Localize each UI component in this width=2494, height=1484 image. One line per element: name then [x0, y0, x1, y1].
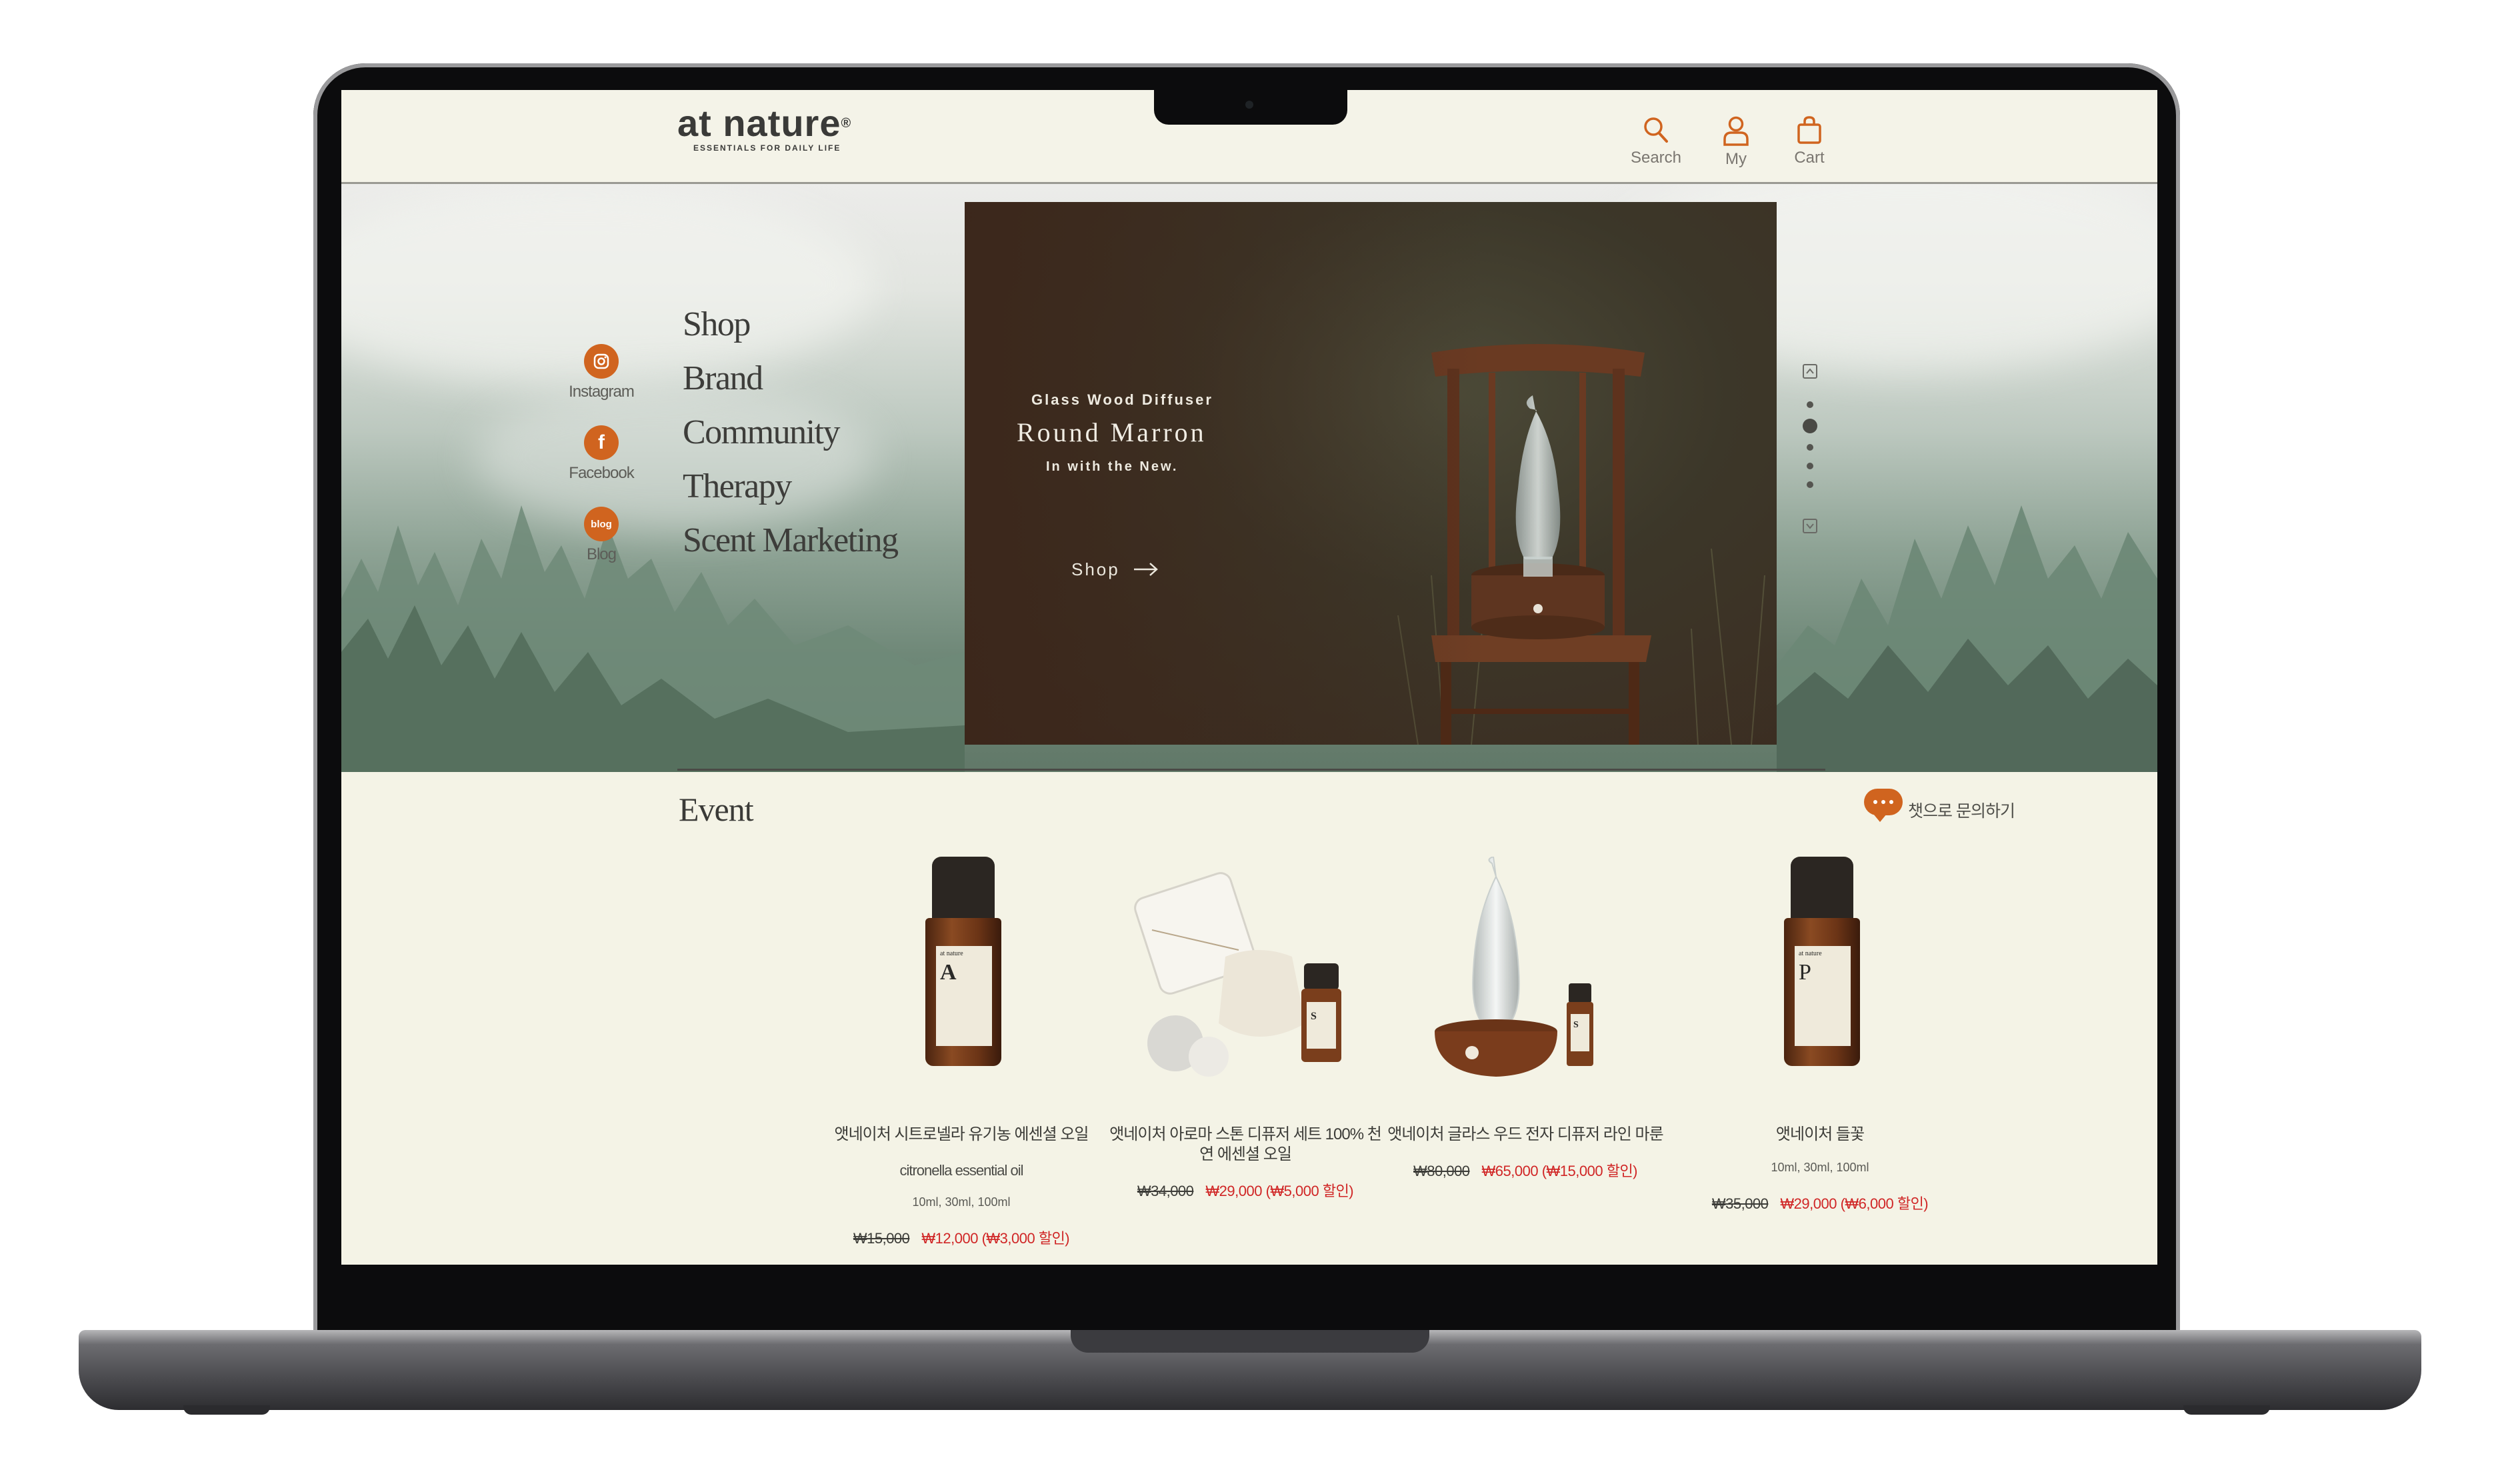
laptop-base-groove	[1071, 1330, 1429, 1353]
pager-up-button[interactable]	[1803, 364, 1817, 379]
original-price: ₩15,000	[853, 1230, 910, 1247]
product-card[interactable]: S 앳네이처 글라스 우드 전자 디퓨저 라인 마룬 ₩80,000 ₩65,00…	[1385, 855, 1665, 1181]
camera-notch	[1154, 90, 1347, 125]
product-image: at nature A	[821, 857, 1101, 1097]
bottle-label-letter: P	[1799, 960, 1811, 985]
my-label: My	[1725, 150, 1747, 168]
product-name[interactable]: 앳네이처 들꽃	[1680, 1125, 1960, 1145]
logo-text: at nature	[677, 102, 841, 144]
banner-title: Round Marron	[1017, 417, 1207, 447]
product-price: ₩80,000 ₩65,000 (₩15,000 할인)	[1385, 1159, 1665, 1181]
logo[interactable]: at nature® ESSENTIALS FOR DAILY LIFE	[677, 103, 851, 153]
pager-dot[interactable]	[1807, 444, 1813, 451]
instagram-link[interactable]: Instagram	[561, 344, 641, 401]
banner-subtitle: Glass Wood Diffuser	[1031, 391, 1213, 408]
product-card[interactable]: S 앳네이처 아로마 스톤 디퓨저 세트 100% 천연 에센셜 오일 ₩34,…	[1105, 857, 1385, 1201]
product-name[interactable]: 앳네이처 글라스 우드 전자 디퓨저 라인 마룬	[1385, 1125, 1665, 1145]
camera-icon	[1245, 101, 1253, 109]
blog-label: Blog	[586, 545, 617, 563]
hero-banner[interactable]: Glass Wood Diffuser Round Marron In with…	[965, 202, 1777, 745]
menu-item-scent-marketing[interactable]: Scent Marketing	[683, 513, 899, 567]
sale-price: ₩29,000 (₩5,000 할인)	[1205, 1183, 1354, 1199]
event-title: Event	[679, 791, 754, 828]
product-card[interactable]: at nature A 앳네이처 시트로넬라 유기농 에센셜 오일 citron…	[821, 857, 1101, 1248]
sale-price: ₩12,000 (₩3,000 할인)	[921, 1230, 1070, 1247]
menu-item-brand[interactable]: Brand	[683, 351, 898, 405]
laptop-foot	[183, 1405, 270, 1415]
search-icon	[1644, 117, 1668, 143]
menu-item-therapy[interactable]: Therapy	[683, 459, 898, 513]
original-price: ₩34,000	[1137, 1183, 1194, 1199]
aroma-stone-set-image: S	[1134, 872, 1341, 1077]
chat-inquiry-button[interactable]: 챗으로 문의하기	[1864, 782, 2015, 822]
product-description: citronella essential oil	[899, 1162, 1023, 1179]
sale-price: ₩29,000 (₩6,000 할인)	[1780, 1195, 1929, 1212]
hero-divider	[677, 769, 1825, 771]
product-image: S	[1385, 855, 1665, 1097]
user-icon	[1723, 116, 1749, 146]
facebook-label: Facebook	[569, 464, 634, 482]
logo-mark: ®	[841, 116, 852, 131]
laptop-foot	[2183, 1405, 2270, 1415]
product-price: ₩35,000 ₩29,000 (₩6,000 할인)	[1680, 1192, 1960, 1213]
chat-bubble-icon	[1864, 789, 1903, 822]
bottle-label-letter: S	[1311, 1011, 1317, 1022]
menu-item-community[interactable]: Community	[683, 405, 898, 459]
my-account-button[interactable]: My	[1696, 115, 1776, 169]
product-name[interactable]: 앳네이처 시트로넬라 유기농 에센셜 오일	[821, 1125, 1101, 1145]
product-image: S	[1105, 857, 1385, 1097]
product-card[interactable]: at nature P 앳네이처 들꽃 10ml, 30ml, 100ml ₩3…	[1680, 857, 1960, 1213]
banner-tagline: In with the New.	[1046, 459, 1179, 474]
original-price: ₩80,000	[1413, 1163, 1470, 1179]
product-price: ₩34,000 ₩29,000 (₩5,000 할인)	[1105, 1179, 1385, 1201]
sale-price: ₩65,000 (₩15,000 할인)	[1481, 1163, 1638, 1179]
cart-button[interactable]: Cart	[1769, 115, 1849, 167]
facebook-icon: f	[584, 425, 619, 460]
pager-dot[interactable]	[1807, 481, 1813, 488]
product-name[interactable]: 앳네이처 아로마 스톤 디퓨저 세트 100% 천연 에센셜 오일	[1105, 1125, 1385, 1165]
browser-screen: at nature® ESSENTIALS FOR DAILY LIFE Sea…	[341, 90, 2157, 1265]
search-button[interactable]: Search	[1616, 115, 1696, 167]
bottle-label-letter: A	[940, 960, 957, 985]
banner-shop-link[interactable]: Shop	[1071, 559, 1120, 580]
instagram-icon	[584, 344, 619, 379]
bottle-label-letter: S	[1573, 1020, 1579, 1030]
logo-tagline: ESSENTIALS FOR DAILY LIFE	[693, 143, 841, 153]
blog-icon: blog	[584, 507, 619, 541]
pager-dot-active[interactable]	[1803, 419, 1817, 433]
instagram-label: Instagram	[569, 383, 635, 401]
cart-label: Cart	[1794, 149, 1825, 167]
original-price: ₩35,000	[1711, 1195, 1769, 1212]
chevron-down-icon	[1806, 523, 1814, 529]
pager-dot[interactable]	[1807, 463, 1813, 469]
pager-down-button[interactable]	[1803, 519, 1817, 533]
menu-item-shop[interactable]: Shop	[683, 297, 898, 351]
pager-dot[interactable]	[1807, 401, 1813, 408]
banner-pager	[1797, 364, 1825, 551]
search-label: Search	[1630, 149, 1682, 167]
shopping-bag-icon	[1797, 116, 1821, 144]
product-image: at nature P	[1680, 857, 1960, 1097]
chat-label: 챗으로 문의하기	[1908, 802, 2015, 821]
blog-link[interactable]: blog Blog	[561, 507, 641, 564]
glass-wood-diffuser-image: S	[1435, 855, 1593, 1077]
chevron-up-icon	[1806, 368, 1814, 374]
arrow-right-icon[interactable]	[1133, 561, 1159, 578]
product-volume: 10ml, 30ml, 100ml	[912, 1195, 1011, 1209]
product-volume: 10ml, 30ml, 100ml	[1771, 1161, 1869, 1174]
product-price: ₩15,000 ₩12,000 (₩3,000 할인)	[821, 1227, 1101, 1248]
main-menu: Shop Brand Community Therapy Scent Marke…	[683, 297, 899, 567]
facebook-link[interactable]: f Facebook	[561, 425, 641, 483]
